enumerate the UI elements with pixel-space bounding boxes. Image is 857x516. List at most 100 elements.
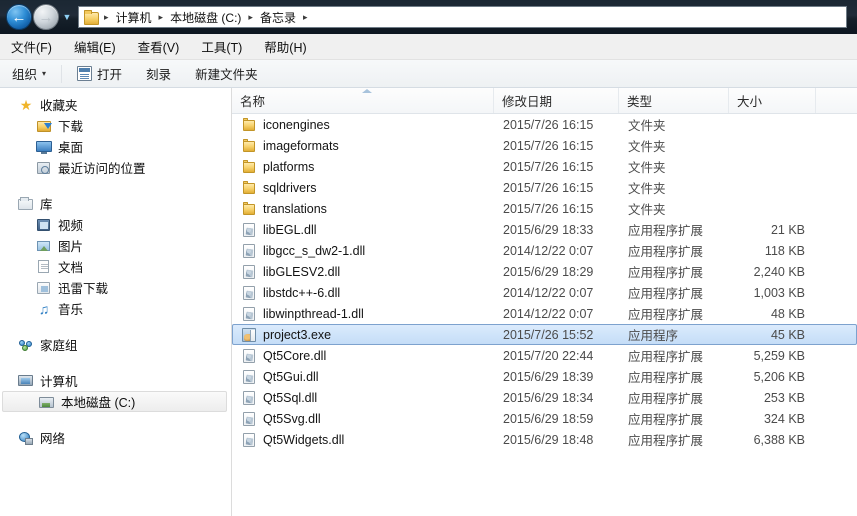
file-date-cell: 2015/7/26 16:15 bbox=[503, 159, 594, 174]
file-date-cell: 2014/12/22 0:07 bbox=[503, 243, 594, 258]
file-type-cell: 文件夹 bbox=[628, 119, 666, 133]
column-header-size[interactable]: 大小 bbox=[729, 88, 816, 113]
table-row[interactable]: Qt5Svg.dll 2015/6/29 18:59 应用程序扩展 324 KB bbox=[232, 408, 857, 429]
new-folder-button[interactable]: 新建文件夹 bbox=[184, 60, 269, 87]
column-header-date-modified[interactable]: 修改日期 bbox=[494, 88, 619, 113]
menu-file[interactable]: 文件(F) bbox=[0, 33, 63, 60]
sidebar-item-videos[interactable]: 视频 bbox=[0, 214, 231, 235]
file-name-cell: iconengines bbox=[233, 117, 495, 133]
file-type-cell: 文件夹 bbox=[628, 203, 666, 217]
sidebar-section-favorites[interactable]: ★ 收藏夹 bbox=[0, 94, 231, 115]
sidebar-item-label: 文档 bbox=[58, 261, 84, 275]
table-row[interactable]: Qt5Widgets.dll 2015/6/29 18:48 应用程序扩展 6,388… bbox=[232, 429, 857, 450]
table-row[interactable]: Qt5Core.dll 2015/7/20 22:44 应用程序扩展 5,259 KB bbox=[232, 345, 857, 366]
file-date-cell: 2014/12/22 0:07 bbox=[503, 285, 594, 300]
file-size-cell: 324 KB bbox=[763, 411, 805, 426]
star-icon: ★ bbox=[19, 96, 33, 113]
recent-places-icon bbox=[36, 160, 52, 176]
table-row[interactable]: sqldrivers 2015/7/26 16:15 文件夹 bbox=[232, 177, 857, 198]
file-name-cell: libgcc_s_dw2-1.dll bbox=[233, 243, 495, 259]
file-date-cell: 2015/7/26 16:15 bbox=[503, 117, 594, 132]
burn-button[interactable]: 刻录 bbox=[135, 60, 182, 87]
back-arrow-icon: ← bbox=[11, 8, 27, 26]
file-type-cell: 应用程序扩展 bbox=[628, 392, 704, 406]
sidebar-section-computer[interactable]: 计算机 bbox=[0, 370, 231, 391]
file-date-cell: 2015/6/29 18:29 bbox=[503, 264, 594, 279]
sidebar-item-desktop[interactable]: 桌面 bbox=[0, 136, 231, 157]
file-name-label: libEGL.dll bbox=[263, 222, 317, 237]
organize-label: 组织 bbox=[12, 68, 38, 82]
table-row[interactable]: platforms 2015/7/26 16:15 文件夹 bbox=[232, 156, 857, 177]
chevron-down-icon[interactable]: ▼ bbox=[60, 4, 74, 30]
dll-icon bbox=[241, 285, 257, 301]
forward-button[interactable]: → bbox=[33, 4, 59, 30]
sidebar-item-xunlei[interactable]: 迅雷下载 bbox=[0, 277, 231, 298]
table-row[interactable]: translations 2015/7/26 16:15 文件夹 bbox=[232, 198, 857, 219]
address-bar[interactable]: ▸ 计算机 ▸ 本地磁盘 (C:) ▸ 备忘录 ▸ bbox=[78, 6, 847, 28]
table-row[interactable]: imageformats 2015/7/26 16:15 文件夹 bbox=[232, 135, 857, 156]
file-type-cell: 应用程序扩展 bbox=[628, 224, 704, 238]
table-row[interactable]: libEGL.dll 2015/6/29 18:33 应用程序扩展 21 KB bbox=[232, 219, 857, 240]
navigation-pane: ★ 收藏夹 下载 桌面 最近访问的位置 库 视频 图片 文档 迅雷下载 ♫ 音乐… bbox=[0, 88, 232, 516]
file-name-label: Qt5Core.dll bbox=[263, 348, 327, 363]
menu-help[interactable]: 帮助(H) bbox=[253, 33, 317, 60]
sidebar-section-libraries[interactable]: 库 bbox=[0, 193, 231, 214]
column-header-type[interactable]: 类型 bbox=[619, 88, 729, 113]
dll-icon bbox=[241, 432, 257, 448]
dll-icon bbox=[241, 243, 257, 259]
file-size-cell: 45 KB bbox=[770, 327, 805, 342]
file-type-cell: 应用程序扩展 bbox=[628, 371, 704, 385]
menu-edit[interactable]: 编辑(E) bbox=[63, 33, 127, 60]
sidebar-item-documents[interactable]: 文档 bbox=[0, 256, 231, 277]
file-type-cell: 应用程序扩展 bbox=[628, 413, 704, 427]
sidebar-section-homegroup[interactable]: 家庭组 bbox=[0, 334, 231, 355]
column-header-name[interactable]: 名称 bbox=[232, 88, 494, 113]
table-row[interactable]: libwinpthread-1.dll 2014/12/22 0:07 应用程序扩展… bbox=[232, 303, 857, 324]
table-row[interactable]: iconengines 2015/7/26 16:15 文件夹 bbox=[232, 114, 857, 135]
back-button[interactable]: ← bbox=[6, 4, 32, 30]
file-size-cell: 48 KB bbox=[770, 306, 805, 321]
library-icon bbox=[18, 196, 34, 212]
sidebar-item-music[interactable]: ♫ 音乐 bbox=[0, 298, 231, 319]
toolbar: 组织 ▾ 打开 刻录 新建文件夹 bbox=[0, 60, 857, 88]
organize-button[interactable]: 组织 ▾ bbox=[1, 60, 57, 87]
file-name-cell: Qt5Core.dll bbox=[233, 348, 495, 364]
breadcrumb-separator[interactable]: ▸ bbox=[158, 12, 165, 23]
file-name-label: Qt5Sql.dll bbox=[263, 390, 318, 405]
file-name-cell: Qt5Widgets.dll bbox=[233, 432, 495, 448]
file-name-label: Qt5Gui.dll bbox=[263, 369, 319, 384]
breadcrumb-separator[interactable]: ▸ bbox=[247, 12, 254, 23]
menu-view[interactable]: 查看(V) bbox=[127, 33, 191, 60]
sidebar-section-label: 收藏夹 bbox=[40, 99, 78, 113]
file-date-cell: 2014/12/22 0:07 bbox=[503, 306, 594, 321]
table-row[interactable]: libstdc++-6.dll 2014/12/22 0:07 应用程序扩展 1,00… bbox=[232, 282, 857, 303]
breadcrumb-computer[interactable]: 计算机 bbox=[112, 8, 156, 27]
file-type-cell: 应用程序扩展 bbox=[628, 350, 704, 364]
file-name-label: imageformats bbox=[263, 138, 339, 153]
table-row[interactable]: Qt5Gui.dll 2015/6/29 18:39 应用程序扩展 5,206 KB bbox=[232, 366, 857, 387]
table-row[interactable]: Qt5Sql.dll 2015/6/29 18:34 应用程序扩展 253 KB bbox=[232, 387, 857, 408]
breadcrumb-separator[interactable]: ▸ bbox=[302, 12, 309, 23]
sidebar-item-recent[interactable]: 最近访问的位置 bbox=[0, 157, 231, 178]
sidebar-section-network[interactable]: 网络 bbox=[0, 427, 231, 448]
table-row[interactable]: project3.exe 2015/7/26 15:52 应用程序 45 KB bbox=[232, 324, 857, 345]
folder-icon bbox=[241, 180, 257, 196]
file-name-label: libGLESV2.dll bbox=[263, 264, 341, 279]
breadcrumb-local-disk[interactable]: 本地磁盘 (C:) bbox=[166, 8, 245, 27]
breadcrumb-current-folder[interactable]: 备忘录 bbox=[256, 8, 300, 27]
breadcrumb-separator[interactable]: ▸ bbox=[103, 12, 110, 23]
open-button[interactable]: 打开 bbox=[66, 60, 133, 87]
file-name-cell: Qt5Svg.dll bbox=[233, 411, 495, 427]
menu-bar: 文件(F) 编辑(E) 查看(V) 工具(T) 帮助(H) bbox=[0, 34, 857, 60]
sidebar-item-pictures[interactable]: 图片 bbox=[0, 235, 231, 256]
sidebar-item-local-disk-c[interactable]: 本地磁盘 (C:) bbox=[2, 391, 227, 412]
table-row[interactable]: libGLESV2.dll 2015/6/29 18:29 应用程序扩展 2,240 … bbox=[232, 261, 857, 282]
column-headers: 名称 修改日期 类型 大小 bbox=[232, 88, 857, 114]
table-row[interactable]: libgcc_s_dw2-1.dll 2014/12/22 0:07 应用程序扩展 1… bbox=[232, 240, 857, 261]
file-name-cell: Qt5Gui.dll bbox=[233, 369, 495, 385]
menu-tools[interactable]: 工具(T) bbox=[190, 33, 253, 60]
file-date-cell: 2015/6/29 18:39 bbox=[503, 369, 594, 384]
folder-icon bbox=[241, 117, 257, 133]
sidebar-item-downloads[interactable]: 下载 bbox=[0, 115, 231, 136]
